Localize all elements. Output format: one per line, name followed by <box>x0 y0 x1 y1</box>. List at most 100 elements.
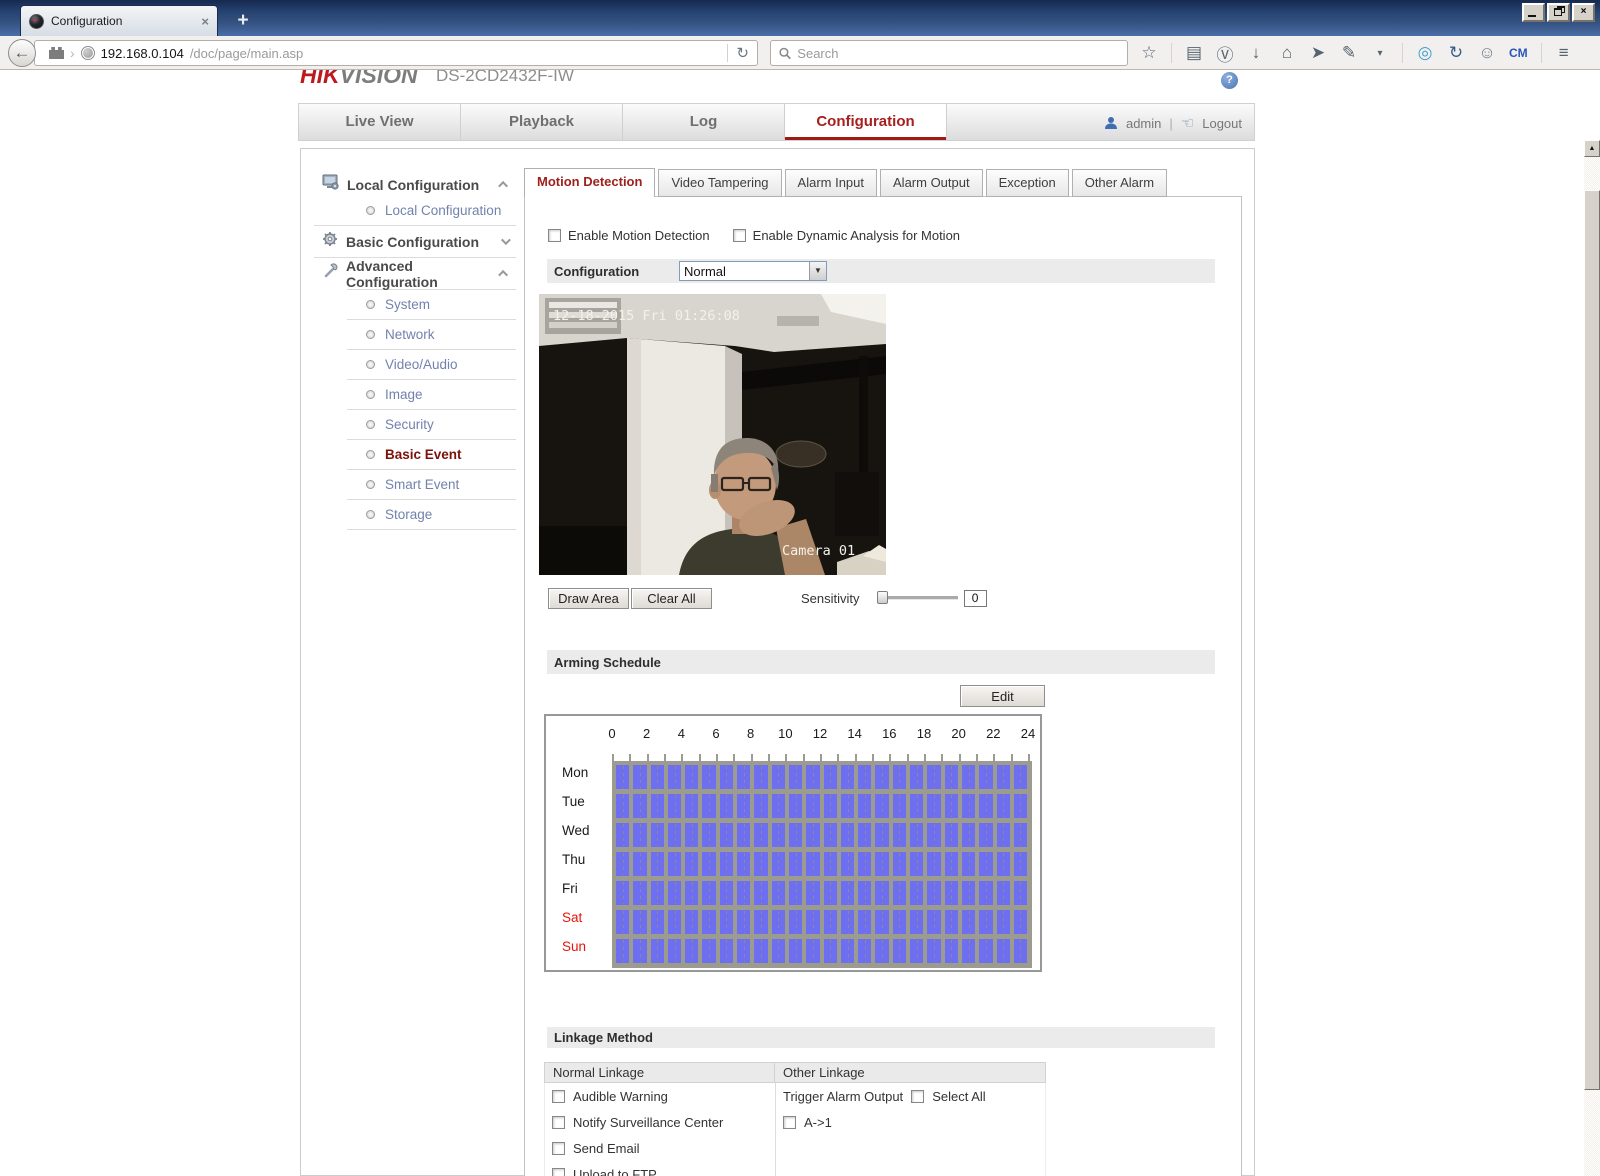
schedule-cell[interactable] <box>685 939 699 963</box>
schedule-cell[interactable] <box>892 939 907 963</box>
audible-warning-checkbox[interactable] <box>552 1090 565 1103</box>
url-bar[interactable]: › 192.168.0.104/doc/page/main.asp ↻ <box>34 40 758 66</box>
schedule-cell[interactable] <box>788 910 803 934</box>
schedule-cell[interactable] <box>685 794 699 818</box>
schedule-cell[interactable] <box>996 765 1010 789</box>
schedule-cell[interactable] <box>979 939 993 963</box>
schedule-cell[interactable] <box>823 823 837 847</box>
schedule-cell[interactable] <box>667 852 682 876</box>
schedule-cell[interactable] <box>840 881 855 905</box>
schedule-cell[interactable] <box>788 794 803 818</box>
schedule-cell[interactable] <box>667 794 682 818</box>
schedule-cell[interactable] <box>961 910 976 934</box>
schedule-cell[interactable] <box>806 823 820 847</box>
schedule-cell[interactable] <box>961 765 976 789</box>
schedule-cell[interactable] <box>858 794 872 818</box>
schedule-cell[interactable] <box>840 910 855 934</box>
draw-area-button[interactable]: Draw Area <box>548 587 629 609</box>
drop-addon-icon[interactable]: ◎ <box>1416 43 1434 63</box>
schedule-cell[interactable] <box>979 910 993 934</box>
schedule-cell[interactable] <box>771 910 785 934</box>
schedule-cell[interactable] <box>875 765 889 789</box>
send-icon[interactable]: ➤ <box>1309 43 1327 63</box>
enable-motion-detection-checkbox[interactable] <box>548 229 561 242</box>
schedule-cell[interactable] <box>719 939 734 963</box>
schedule-cell[interactable] <box>927 881 941 905</box>
schedule-cell[interactable] <box>892 910 907 934</box>
browser-tab[interactable]: Configuration × <box>20 5 218 36</box>
schedule-cell[interactable] <box>979 852 993 876</box>
sidebar-group-local-configuration[interactable]: Local Configuration <box>314 171 516 198</box>
schedule-cell[interactable] <box>702 823 716 847</box>
schedule-cell[interactable] <box>771 852 785 876</box>
schedule-cell[interactable] <box>616 910 630 934</box>
schedule-cell[interactable] <box>910 794 924 818</box>
schedule-cell[interactable] <box>650 881 664 905</box>
schedule-cell[interactable] <box>961 939 976 963</box>
schedule-cell[interactable] <box>875 910 889 934</box>
schedule-cell[interactable] <box>788 823 803 847</box>
schedule-cell[interactable] <box>840 794 855 818</box>
schedule-cell[interactable] <box>823 939 837 963</box>
schedule-cell[interactable] <box>771 765 785 789</box>
sidebar-item-basic-event[interactable]: Basic Event <box>314 442 516 467</box>
sidebar-item-system[interactable]: System <box>314 292 516 317</box>
schedule-cell[interactable] <box>823 910 837 934</box>
schedule-cell[interactable] <box>944 881 958 905</box>
window-restore-button[interactable] <box>1547 3 1570 22</box>
schedule-cell[interactable] <box>944 939 958 963</box>
schedule-cell[interactable] <box>927 823 941 847</box>
schedule-cell[interactable] <box>979 881 993 905</box>
schedule-cell[interactable] <box>754 881 768 905</box>
sidebar-item-video-audio[interactable]: Video/Audio <box>314 352 516 377</box>
schedule-cell[interactable] <box>754 852 768 876</box>
help-icon[interactable]: ? <box>1221 72 1238 89</box>
schedule-cell[interactable] <box>737 794 751 818</box>
upload-to-ftp-checkbox[interactable] <box>552 1168 565 1176</box>
schedule-cell[interactable] <box>650 765 664 789</box>
schedule-cell[interactable] <box>633 881 647 905</box>
schedule-cell[interactable] <box>650 794 664 818</box>
shield-addon-icon[interactable]: Ⓥ <box>1216 41 1234 66</box>
vertical-scrollbar[interactable]: ▲ ▼ <box>1584 140 1600 1176</box>
schedule-cell[interactable] <box>944 794 958 818</box>
schedule-cell[interactable] <box>650 910 664 934</box>
schedule-cell[interactable] <box>719 881 734 905</box>
schedule-cell[interactable] <box>996 881 1010 905</box>
schedule-cell[interactable] <box>875 794 889 818</box>
schedule-cell[interactable] <box>737 765 751 789</box>
schedule-cell[interactable] <box>858 881 872 905</box>
schedule-cell[interactable] <box>667 910 682 934</box>
schedule-cell[interactable] <box>806 852 820 876</box>
new-tab-button[interactable]: + <box>228 8 258 34</box>
sidebar-item-image[interactable]: Image <box>314 382 516 407</box>
sidebar-item-network[interactable]: Network <box>314 322 516 347</box>
select-all-checkbox[interactable] <box>911 1090 925 1103</box>
schedule-cell[interactable] <box>858 910 872 934</box>
schedule-cell[interactable] <box>1013 794 1028 818</box>
tab-motion-detection[interactable]: Motion Detection <box>524 168 656 197</box>
back-button[interactable]: ← <box>8 39 36 67</box>
schedule-cell[interactable] <box>910 765 924 789</box>
schedule-cell[interactable] <box>944 910 958 934</box>
schedule-cell[interactable] <box>806 881 820 905</box>
schedule-cell[interactable] <box>616 939 630 963</box>
sidebar-item-local-configuration[interactable]: Local Configuration <box>314 198 516 223</box>
alarm-output-checkbox[interactable] <box>783 1116 796 1129</box>
schedule-cell[interactable] <box>892 794 907 818</box>
nav-tab-live-view[interactable]: Live View <box>299 104 461 140</box>
schedule-cell[interactable] <box>823 881 837 905</box>
schedule-cell[interactable] <box>840 852 855 876</box>
cm-addon-icon[interactable]: CM <box>1509 46 1528 60</box>
schedule-cell[interactable] <box>616 881 630 905</box>
schedule-cell[interactable] <box>1013 939 1028 963</box>
schedule-cell[interactable] <box>702 794 716 818</box>
schedule-cell[interactable] <box>944 823 958 847</box>
schedule-cell[interactable] <box>633 765 647 789</box>
scrollbar-thumb[interactable] <box>1584 190 1600 1090</box>
overflow-caret-icon[interactable]: ▾ <box>1371 48 1389 59</box>
select-arrow-icon[interactable]: ▼ <box>809 262 826 280</box>
schedule-cell[interactable] <box>996 823 1010 847</box>
schedule-cell[interactable] <box>633 794 647 818</box>
schedule-cell[interactable] <box>702 939 716 963</box>
